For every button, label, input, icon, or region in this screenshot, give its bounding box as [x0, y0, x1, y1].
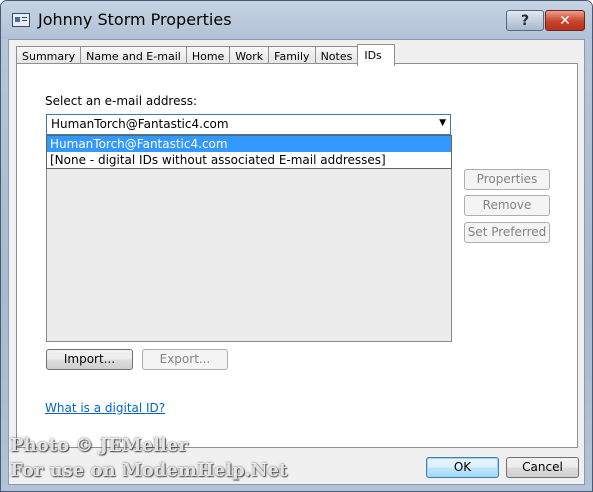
combo-selected-value: HumanTorch@Fantastic4.com — [49, 116, 432, 133]
window-title: Johnny Storm Properties — [38, 10, 232, 29]
remove-button[interactable]: Remove — [464, 195, 550, 216]
tab-strip: Summary Name and E-mail Home Work Family… — [16, 44, 395, 66]
contact-card-icon — [12, 13, 30, 27]
dialog-body: Summary Name and E-mail Home Work Family… — [8, 39, 585, 485]
import-button[interactable]: Import... — [46, 349, 133, 370]
help-button[interactable]: ? — [506, 10, 544, 31]
ok-button[interactable]: OK — [426, 457, 499, 478]
email-dropdown-list: HumanTorch@Fantastic4.com [None - digita… — [46, 135, 452, 169]
title-bar[interactable]: Johnny Storm Properties ? ✕ — [1, 1, 592, 39]
tab-ids[interactable]: IDs — [357, 44, 395, 66]
export-button[interactable]: Export... — [142, 349, 228, 370]
close-button[interactable]: ✕ — [545, 10, 585, 31]
dropdown-option[interactable]: [None - digital IDs without associated E… — [47, 152, 451, 168]
chevron-down-icon[interactable]: ▼ — [439, 118, 446, 128]
dropdown-option[interactable]: HumanTorch@Fantastic4.com — [47, 136, 451, 152]
cancel-button[interactable]: Cancel — [506, 457, 579, 478]
watermark-line-1: Photo © JEMeller — [10, 435, 188, 456]
properties-button[interactable]: Properties — [464, 169, 550, 190]
properties-dialog: Johnny Storm Properties ? ✕ Summary Name… — [0, 0, 593, 492]
email-address-combobox[interactable]: HumanTorch@Fantastic4.com ▼ — [46, 114, 451, 135]
set-preferred-button[interactable]: Set Preferred — [464, 222, 550, 243]
select-email-label: Select an e-mail address: — [45, 94, 198, 108]
watermark-line-2: For use on ModemHelp.Net — [10, 460, 288, 481]
what-is-digital-id-link[interactable]: What is a digital ID? — [45, 401, 165, 415]
